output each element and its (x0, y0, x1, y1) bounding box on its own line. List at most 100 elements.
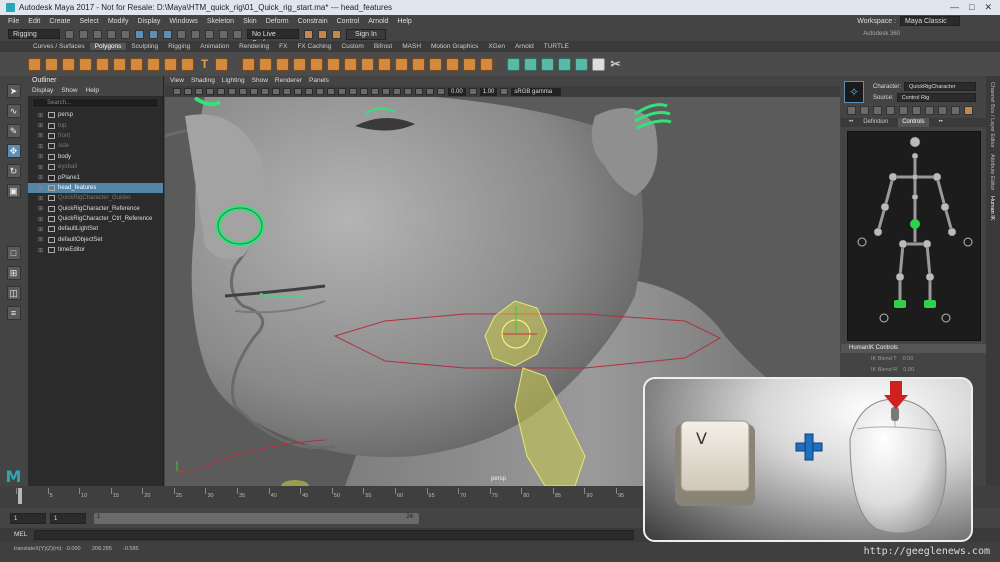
exposure-field[interactable]: 0.00 (448, 87, 466, 96)
vp-menu-view[interactable]: View (170, 76, 184, 86)
gate-mask-icon[interactable] (239, 88, 247, 95)
live-surface-field[interactable]: No Live Surface (247, 29, 299, 47)
tab-turtle[interactable]: TURTLE (539, 43, 574, 50)
outliner-item[interactable]: ⊞ body (28, 152, 163, 162)
hik-mirror-icon[interactable] (938, 106, 947, 115)
expand-icon[interactable]: ⊞ (38, 143, 45, 150)
boolean-difference-icon[interactable] (310, 57, 323, 71)
side-tab-attribute-editor[interactable]: Attribute Editor (989, 154, 995, 190)
anim-start-field[interactable]: 1 (50, 513, 86, 524)
outliner-item[interactable]: ⊞ QuickRigCharacter_Ctrl_Reference (28, 214, 163, 224)
poly-platonic-icon[interactable] (147, 57, 160, 71)
cut-uv-icon[interactable]: ✂ (609, 57, 622, 71)
smooth-icon[interactable] (276, 57, 289, 71)
anti-aliasing-icon[interactable] (371, 88, 379, 95)
side-tab-human-ik[interactable]: Human IK (989, 196, 995, 220)
tab-definition[interactable]: Definition (863, 118, 888, 127)
exposure-icon[interactable] (437, 88, 445, 95)
open-scene-icon[interactable] (79, 29, 88, 39)
hik-fk-icon[interactable] (886, 106, 895, 115)
live-surface-icon[interactable] (233, 29, 242, 39)
tab-controls[interactable]: Controls (898, 118, 929, 127)
select-hierarchy-icon[interactable] (135, 29, 144, 39)
gamma-icon[interactable] (468, 88, 477, 95)
extrude-icon[interactable] (378, 57, 391, 71)
tab-arnold[interactable]: Arnold (510, 43, 539, 50)
poly-plane-icon[interactable] (113, 57, 126, 71)
expand-icon[interactable]: ⊞ (38, 247, 45, 254)
tab-custom[interactable]: Custom (336, 43, 368, 50)
vp-menu-panels[interactable]: Panels (309, 76, 329, 86)
expand-icon[interactable]: ⊞ (38, 184, 45, 191)
expand-icon[interactable]: ⊞ (38, 122, 45, 129)
menu-windows[interactable]: Windows (169, 18, 197, 25)
camera-attributes-icon[interactable] (173, 88, 181, 95)
ik-blend-t-value[interactable]: 0.00 (903, 356, 914, 362)
four-view-icon[interactable]: ⊞ (6, 266, 21, 280)
poly-cube-icon[interactable] (45, 57, 58, 71)
bridge-icon[interactable] (395, 57, 408, 71)
menu-display[interactable]: Display (137, 18, 160, 25)
depth-of-field-icon[interactable] (382, 88, 390, 95)
outliner-menu-help[interactable]: Help (86, 86, 99, 96)
current-time-marker[interactable] (18, 488, 22, 504)
sign-in-button[interactable]: Sign In (346, 28, 386, 40)
tab-sculpting[interactable]: Sculpting (126, 43, 163, 50)
menu-skeleton[interactable]: Skeleton (207, 18, 234, 25)
hik-reach-icon[interactable] (912, 106, 921, 115)
hik-pin-icon[interactable] (873, 106, 882, 115)
layout-uv-icon[interactable] (575, 57, 588, 71)
hik-select-icon[interactable] (847, 106, 856, 115)
vp-menu-lighting[interactable]: Lighting (222, 76, 245, 86)
bevel-icon[interactable] (412, 57, 425, 71)
smooth-shade-icon[interactable] (294, 88, 302, 95)
workspace-dropdown[interactable]: Maya Classic (900, 16, 960, 26)
ambient-occlusion-icon[interactable] (349, 88, 357, 95)
xray-icon[interactable] (404, 88, 412, 95)
multi-cut-icon[interactable] (446, 57, 459, 71)
side-tab-channel-box[interactable]: Channel Box / Layer Editor (989, 82, 995, 148)
film-gate-icon[interactable] (217, 88, 225, 95)
outliner-item[interactable]: ⊞ side (28, 141, 163, 151)
expand-icon[interactable]: ⊞ (38, 164, 45, 171)
image-plane-icon[interactable] (195, 88, 203, 95)
shadows-icon[interactable] (338, 88, 346, 95)
tab-rendering[interactable]: Rendering (234, 43, 274, 50)
tab-curves-surfaces[interactable]: Curves / Surfaces (28, 43, 90, 50)
tab-fx[interactable]: FX (274, 43, 292, 50)
minimize-icon[interactable]: — (950, 2, 959, 13)
humanik-controls-header[interactable]: HumanIK Controls (841, 344, 986, 353)
close-icon[interactable]: ✕ (984, 2, 992, 13)
menu-control[interactable]: Control (337, 18, 360, 25)
outliner-item[interactable]: ⊞ pPlane1 (28, 172, 163, 182)
uv-editor-icon[interactable] (507, 57, 520, 71)
humanik-character-view[interactable] (847, 131, 981, 341)
hik-tab-arrow-left[interactable]: •• (849, 118, 853, 127)
safe-action-icon[interactable] (261, 88, 269, 95)
poly-pyramid-icon[interactable] (164, 57, 177, 71)
ipr-render-icon[interactable] (318, 29, 327, 39)
outliner-item[interactable]: ⊞ defaultLightSet (28, 224, 163, 234)
textured-icon[interactable] (316, 88, 324, 95)
xray-components-icon[interactable] (426, 88, 434, 95)
redo-icon[interactable] (121, 29, 130, 39)
tab-xgen[interactable]: XGen (483, 43, 510, 50)
outliner-item[interactable]: ⊞ front (28, 131, 163, 141)
menu-modify[interactable]: Modify (108, 18, 129, 25)
expand-icon[interactable]: ⊞ (38, 132, 45, 139)
outliner-item[interactable]: ⊞ head_features (28, 182, 163, 194)
default-material-icon[interactable] (305, 88, 313, 95)
menu-select[interactable]: Select (79, 18, 98, 25)
target-weld-icon[interactable] (463, 57, 476, 71)
vp-menu-show[interactable]: Show (252, 76, 268, 86)
expand-icon[interactable]: ⊞ (38, 195, 45, 202)
vp-menu-renderer[interactable]: Renderer (275, 76, 302, 86)
automatic-map-icon[interactable] (541, 57, 554, 71)
expand-icon[interactable]: ⊞ (38, 112, 45, 119)
hik-pose-icon[interactable] (951, 106, 960, 115)
separate-icon[interactable] (259, 57, 272, 71)
menu-create[interactable]: Create (49, 18, 70, 25)
fill-hole-icon[interactable] (361, 57, 374, 71)
gamma-field[interactable]: 1.00 (479, 87, 498, 96)
outliner-item[interactable]: ⊞ QuickRigCharacter_Reference (28, 204, 163, 214)
